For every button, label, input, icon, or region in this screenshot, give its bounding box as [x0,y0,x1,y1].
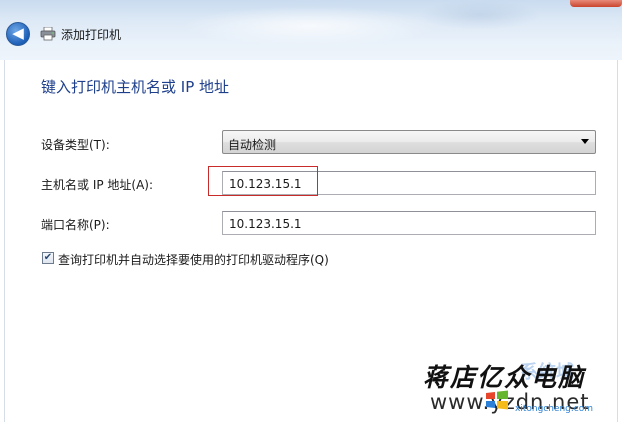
watermark-subtext: xitongcheng.com [515,404,593,414]
windows-logo-icon [486,390,508,410]
port-name-input[interactable]: 10.123.15.1 [222,211,596,235]
device-type-label: 设备类型(T): [41,138,110,152]
highlight-box [208,166,318,196]
back-arrow-icon[interactable]: ◀ [6,22,30,46]
window-title: 添加打印机 [61,28,122,42]
close-button[interactable] [570,0,622,7]
device-type-value: 自动检测 [228,138,277,152]
port-name-value: 10.123.15.1 [229,217,302,231]
aero-glass-highlight [180,6,440,46]
aero-glass-shade [420,0,540,30]
query-printer-checkbox[interactable]: ✔ [42,252,54,264]
printer-icon [40,27,56,41]
chevron-down-icon [581,139,589,144]
query-printer-checkbox-label[interactable]: 查询打印机并自动选择要使用的打印机驱动程序(Q) [58,251,329,268]
page-heading: 键入打印机主机名或 IP 地址 [41,78,230,96]
device-type-select[interactable]: 自动检测 [222,130,596,154]
port-name-label: 端口名称(P): [41,218,110,232]
hostname-label: 主机名或 IP 地址(A): [41,178,154,192]
